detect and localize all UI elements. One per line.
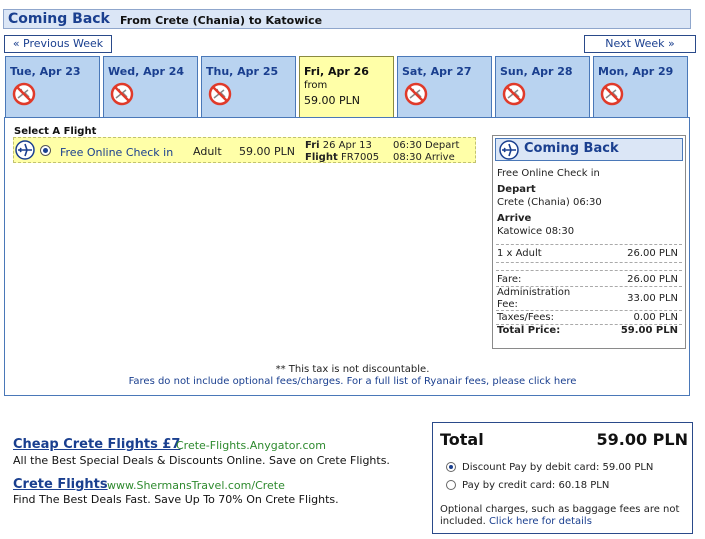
plane-icon (15, 140, 35, 160)
select-flight-title: Select A Flight (14, 126, 97, 137)
plane-icon (499, 140, 519, 160)
depart-label: Depart (425, 140, 460, 151)
day-tab-mon[interactable]: Mon, Apr 29 (593, 56, 688, 118)
optional-text-2: included. (440, 516, 486, 527)
taxes-value: 0.00 PLN (633, 312, 678, 323)
flight-number: FR7005 (340, 152, 380, 163)
debit-card-option[interactable]: Discount Pay by debit card: 59.00 PLN (462, 462, 653, 473)
total-price-value: 59.00 PLN (620, 325, 678, 336)
summary-title: Coming Back (524, 141, 619, 156)
flight-day: Fri (305, 140, 320, 151)
flight-price: 59.00 PLN (239, 145, 295, 158)
divider (496, 244, 682, 245)
checkin-label: Free Online Check in (60, 146, 174, 159)
summary-checkin: Free Online Check in (497, 168, 600, 179)
arrive-value: Katowice 08:30 (497, 226, 575, 237)
route-text: From Crete (Chania) to Katowice (120, 14, 323, 27)
no-flight-icon (502, 82, 526, 106)
adult-count: 1 x Adult (497, 248, 542, 259)
flight-label: Flight (305, 152, 338, 163)
taxes-label: Taxes/Fees: (497, 312, 555, 323)
flight-radio[interactable] (40, 145, 51, 156)
ad-description: All the Best Special Deals & Discounts O… (13, 454, 390, 467)
day-label: Mon, Apr 29 (598, 65, 674, 78)
tax-note: ** This tax is not discountable. (275, 364, 430, 375)
divider (496, 270, 682, 271)
ad-url[interactable]: www.ShermansTravel.com/Crete (107, 479, 285, 492)
flight-times-block: 06:30 Depart 08:30 Arrive (393, 140, 459, 164)
total-value: 59.00 PLN (596, 430, 689, 449)
day-tab-wed[interactable]: Wed, Apr 24 (103, 56, 198, 118)
ad-title-link[interactable]: Crete Flights (13, 477, 108, 492)
day-price: 59.00 PLN (304, 94, 360, 107)
admin-value: 33.00 PLN (627, 293, 678, 304)
day-label: Wed, Apr 24 (108, 65, 185, 78)
section-title: Coming Back (8, 11, 110, 27)
previous-week-button[interactable]: « Previous Week (4, 35, 112, 53)
debit-card-radio[interactable] (446, 462, 456, 472)
flight-date-block: Fri 26 Apr 13 Flight FR7005 (305, 140, 379, 164)
ad-title-link[interactable]: Cheap Crete Flights £7 (13, 437, 180, 452)
day-label: Tue, Apr 23 (10, 65, 81, 78)
fees-link[interactable]: Fares do not include optional fees/charg… (0, 376, 705, 387)
arrive-heading: Arrive (497, 213, 532, 224)
credit-card-radio[interactable] (446, 480, 456, 490)
day-label: Thu, Apr 25 (206, 65, 279, 78)
day-label: Sun, Apr 28 (500, 65, 573, 78)
divider (496, 262, 682, 263)
credit-card-option[interactable]: Pay by credit card: 60.18 PLN (462, 480, 609, 491)
next-week-button[interactable]: Next Week » (584, 35, 696, 53)
depart-value: Crete (Chania) 06:30 (497, 197, 602, 208)
from-label: from (304, 80, 328, 91)
day-label: Sat, Apr 27 (402, 65, 472, 78)
no-flight-icon (404, 82, 428, 106)
no-flight-icon (600, 82, 624, 106)
day-tab-tue[interactable]: Tue, Apr 23 (5, 56, 100, 118)
no-flight-icon (110, 82, 134, 106)
optional-text: Optional charges, such as baggage fees a… (440, 504, 680, 515)
total-label: Total (440, 430, 484, 449)
admin-label: Administration (497, 287, 571, 298)
fare-label: Fare: (497, 274, 522, 285)
divider (496, 310, 682, 311)
arrive-time: 08:30 (393, 152, 422, 163)
depart-time: 06:30 (393, 140, 422, 151)
admin-label-2: Fee: (497, 299, 518, 310)
details-link[interactable]: Click here for details (489, 516, 592, 527)
day-tab-fri-selected[interactable]: Fri, Apr 26 from 59.00 PLN (299, 56, 394, 118)
day-tab-thu[interactable]: Thu, Apr 25 (201, 56, 296, 118)
day-tab-sun[interactable]: Sun, Apr 28 (495, 56, 590, 118)
day-tab-sat[interactable]: Sat, Apr 27 (397, 56, 492, 118)
arrive-label: Arrive (425, 152, 455, 163)
total-price-label: Total Price: (497, 325, 561, 336)
day-label: Fri, Apr 26 (304, 65, 369, 78)
summary-header: Coming Back (495, 138, 683, 161)
no-flight-icon (12, 82, 36, 106)
adult-fare: 26.00 PLN (627, 248, 678, 259)
no-flight-icon (208, 82, 232, 106)
passenger-type: Adult (193, 145, 222, 158)
fare-value: 26.00 PLN (627, 274, 678, 285)
ad-description: Find The Best Deals Fast. Save Up To 70%… (13, 493, 339, 506)
optional-charges-note: Optional charges, such as baggage fees a… (440, 504, 690, 528)
flight-date: 26 Apr 13 (322, 140, 372, 151)
depart-heading: Depart (497, 184, 536, 195)
ad-url[interactable]: Crete-Flights.Anygator.com (176, 439, 326, 452)
section-header: Coming Back From Crete (Chania) to Katow… (3, 9, 691, 29)
